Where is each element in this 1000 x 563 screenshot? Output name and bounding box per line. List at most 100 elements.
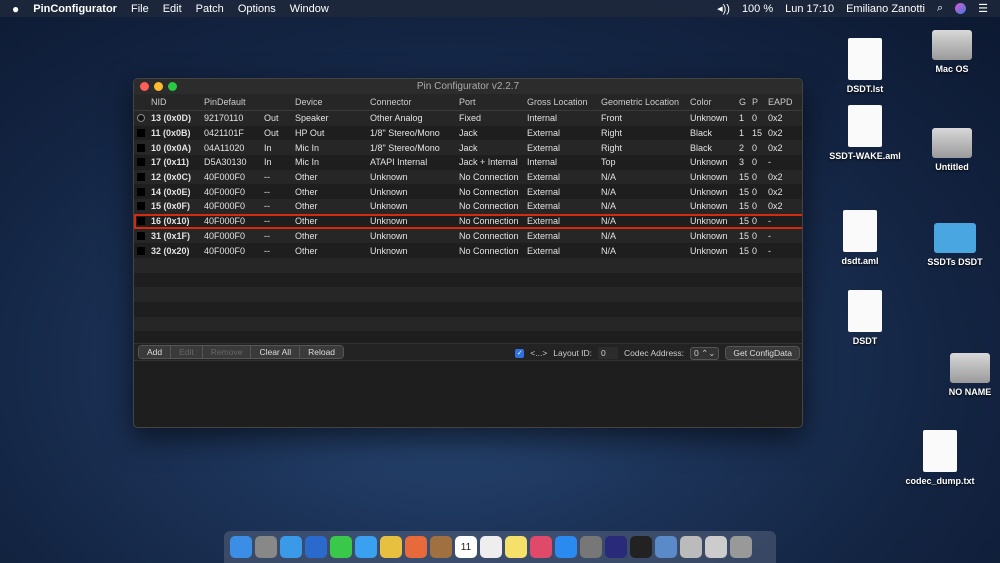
- column-header[interactable]: Geometric Location: [601, 97, 679, 107]
- table-cell: Out: [264, 128, 279, 139]
- column-header[interactable]: PinDefault: [204, 97, 246, 107]
- desktop-icon[interactable]: DSDT: [825, 290, 905, 346]
- battery-status[interactable]: 100 %: [742, 3, 773, 15]
- table-row[interactable]: 14 (0x0E) 40F000F0 -- Other Unknown No Connec…: [134, 184, 802, 200]
- ioreg-icon[interactable]: [680, 536, 702, 558]
- clock[interactable]: Lun 17:10: [785, 3, 834, 15]
- table-cell: Front: [601, 113, 623, 124]
- table-row[interactable]: 31 (0x1F) 40F000F0 -- Other Unknown No Connec…: [134, 228, 802, 244]
- mail-icon[interactable]: [305, 536, 327, 558]
- hackintool-icon[interactable]: [605, 536, 627, 558]
- table-row[interactable]: 11 (0x0B) 0421101F Out HP Out 1/8" Stereo/Mo…: [134, 125, 802, 141]
- contacts-icon[interactable]: [430, 536, 452, 558]
- app-menu[interactable]: PinConfigurator: [33, 3, 117, 15]
- drive-icon: [932, 128, 972, 158]
- column-header[interactable]: EAPD: [768, 97, 793, 107]
- table-row[interactable]: 32 (0x20) 40F000F0 -- Other Unknown No Connec…: [134, 243, 802, 258]
- desktop-icon[interactable]: DSDT.lst: [825, 38, 905, 94]
- column-header[interactable]: P: [752, 97, 758, 107]
- apple-menu-icon[interactable]: ●: [12, 2, 19, 16]
- zoom-button[interactable]: [168, 82, 177, 91]
- table-cell: 1: [739, 113, 745, 124]
- table-row[interactable]: 13 (0x0D) 92170110 Out Speaker Other Analog F…: [134, 111, 802, 126]
- edit-button[interactable]: Edit: [171, 346, 203, 358]
- desktop-icon[interactable]: NO NAME: [930, 345, 1000, 397]
- table-cell: Right: [601, 128, 623, 139]
- table-row[interactable]: 15 (0x0F) 40F000F0 -- Other Unknown No Connec…: [134, 199, 802, 214]
- desktop-icon-label: SSDTs DSDT: [927, 257, 983, 267]
- terminal-icon[interactable]: [630, 536, 652, 558]
- disk-utility-icon[interactable]: [655, 536, 677, 558]
- menu-patch[interactable]: Patch: [196, 3, 224, 15]
- table-cell: Black: [690, 128, 713, 139]
- trash-icon[interactable]: [730, 536, 752, 558]
- safari-icon[interactable]: [280, 536, 302, 558]
- toggle-checkbox[interactable]: ✓: [515, 348, 525, 358]
- maps-icon[interactable]: [380, 536, 402, 558]
- notification-center-icon[interactable]: ☰: [978, 2, 988, 15]
- remove-button[interactable]: Remove: [202, 346, 252, 358]
- photos-icon[interactable]: [405, 536, 427, 558]
- music-icon[interactable]: [530, 536, 552, 558]
- launchpad-icon[interactable]: [255, 536, 277, 558]
- table-cell: Unknown: [690, 186, 728, 197]
- add-button[interactable]: Add: [139, 346, 172, 358]
- table-cell: --: [264, 230, 270, 241]
- menu-window[interactable]: Window: [290, 3, 329, 15]
- pin-color-swatch: [137, 231, 145, 240]
- column-header[interactable]: Port: [459, 97, 476, 107]
- volume-icon[interactable]: ◂)): [717, 2, 730, 15]
- menu-edit[interactable]: Edit: [163, 3, 182, 15]
- messages-icon[interactable]: [355, 536, 377, 558]
- system-preferences-icon[interactable]: [580, 536, 602, 558]
- pin-color-swatch: [137, 158, 145, 167]
- siri-icon[interactable]: [955, 3, 967, 14]
- table-row[interactable]: 17 (0x11) D5A30130 In Mic In ATAPI Internal J…: [134, 155, 802, 170]
- desktop-icon-label: Untitled: [935, 162, 969, 172]
- close-button[interactable]: [140, 82, 149, 91]
- get-configdata-button[interactable]: Get ConfigData: [725, 346, 800, 360]
- column-header[interactable]: Device: [295, 97, 323, 107]
- minimize-button[interactable]: [154, 82, 163, 91]
- app-store-icon[interactable]: [555, 536, 577, 558]
- document-icon: [848, 105, 882, 147]
- finder-icon[interactable]: [230, 536, 252, 558]
- column-header[interactable]: NID: [151, 97, 167, 107]
- spotlight-search-icon[interactable]: ⌕: [937, 2, 943, 15]
- desktop-icon[interactable]: dsdt.aml: [820, 210, 900, 266]
- desktop-icon[interactable]: Mac OS: [912, 22, 992, 74]
- desktop-icon-label: SSDT-WAKE.aml: [829, 151, 901, 161]
- stepper-arrows-icon[interactable]: ⌃⌄: [701, 348, 715, 358]
- facetime-icon[interactable]: [330, 536, 352, 558]
- preview-icon[interactable]: [705, 536, 727, 558]
- table-row[interactable]: 12 (0x0C) 40F000F0 -- Other Unknown No Connec…: [134, 169, 802, 185]
- table-cell: Jack + Internal: [459, 157, 518, 168]
- table-cell: N/A: [601, 216, 617, 227]
- column-header[interactable]: Color: [690, 97, 712, 107]
- desktop-icon[interactable]: SSDTs DSDT: [915, 215, 995, 267]
- menu-options[interactable]: Options: [238, 3, 276, 15]
- pin-color-swatch: [137, 202, 145, 211]
- desktop-icon[interactable]: Untitled: [912, 120, 992, 172]
- table-cell: No Connection: [459, 186, 519, 197]
- table-cell: External: [527, 245, 561, 256]
- column-header[interactable]: Connector: [370, 97, 412, 107]
- column-header[interactable]: G: [739, 97, 746, 107]
- desktop-icon[interactable]: SSDT-WAKE.aml: [825, 105, 905, 161]
- table-cell: 15: [739, 245, 750, 256]
- menu-file[interactable]: File: [131, 3, 149, 15]
- table-row[interactable]: 16 (0x10) 40F000F0 -- Other Unknown No Connec…: [134, 213, 802, 229]
- layout-id-field[interactable]: 0: [598, 347, 619, 359]
- document-icon: [848, 290, 882, 332]
- table-cell: Unknown: [690, 157, 728, 168]
- clear-all-button[interactable]: Clear All: [251, 346, 301, 358]
- calendar-icon[interactable]: 11: [455, 536, 477, 558]
- desktop-icon[interactable]: codec_dump.txt: [900, 430, 980, 486]
- user-name[interactable]: Emiliano Zanotti: [846, 3, 925, 15]
- table-row[interactable]: 10 (0x0A) 04A11020 In Mic In 1/8" Stereo/Mon…: [134, 140, 802, 156]
- reload-button[interactable]: Reload: [300, 346, 344, 358]
- column-header[interactable]: Gross Location: [527, 97, 588, 107]
- notes-icon[interactable]: [505, 536, 527, 558]
- codec-address-stepper[interactable]: 0 ⌃⌄: [690, 346, 720, 360]
- reminders-icon[interactable]: [480, 536, 502, 558]
